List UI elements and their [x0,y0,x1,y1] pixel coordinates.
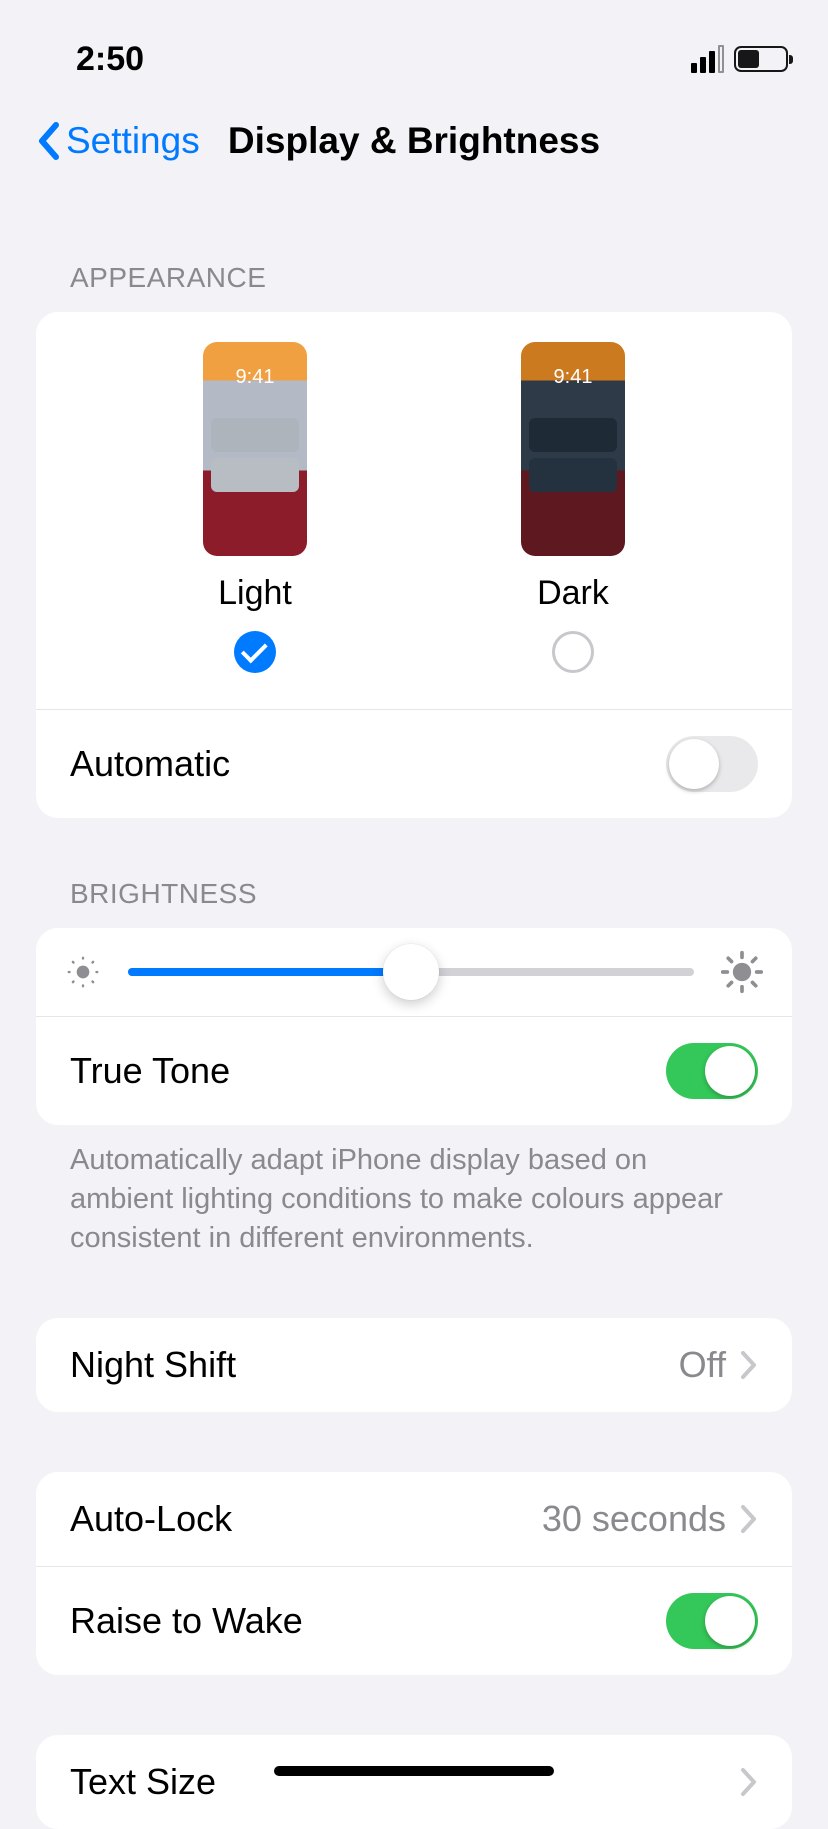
chevron-right-icon [740,1767,758,1797]
true-tone-row: True Tone [36,1017,792,1125]
brightness-slider[interactable] [128,968,694,976]
back-label: Settings [66,120,200,162]
light-label: Light [218,574,292,613]
auto-lock-row[interactable]: Auto-Lock 30 seconds [36,1472,792,1566]
light-preview: 9:41 [203,342,307,556]
raise-to-wake-label: Raise to Wake [70,1600,303,1642]
appearance-header: APPEARANCE [0,182,828,312]
night-shift-card: Night Shift Off [36,1318,792,1412]
light-radio[interactable] [234,631,276,673]
true-tone-toggle[interactable] [666,1043,758,1099]
chevron-left-icon [36,121,62,161]
auto-lock-label: Auto-Lock [70,1498,232,1540]
raise-to-wake-toggle[interactable] [666,1593,758,1649]
brightness-card: True Tone [36,928,792,1125]
chevron-right-icon [740,1350,758,1380]
status-indicators [691,45,788,73]
auto-lock-value: 30 seconds [542,1498,758,1540]
dark-preview: 9:41 [521,342,625,556]
home-indicator[interactable] [274,1766,554,1776]
brightness-slider-row [36,928,792,1017]
text-size-label: Text Size [70,1761,216,1803]
true-tone-footer: Automatically adapt iPhone display based… [0,1125,828,1258]
night-shift-label: Night Shift [70,1344,236,1386]
preview-time: 9:41 [203,366,307,389]
raise-to-wake-row: Raise to Wake [36,1566,792,1675]
brightness-header: BRIGHTNESS [0,818,828,928]
preview-time: 9:41 [521,366,625,389]
appearance-option-light[interactable]: 9:41 Light [203,342,307,673]
chevron-right-icon [740,1504,758,1534]
dark-label: Dark [537,574,609,613]
text-size-chevron [740,1767,758,1797]
night-shift-row[interactable]: Night Shift Off [36,1318,792,1412]
page-title: Display & Brightness [228,120,600,162]
true-tone-label: True Tone [70,1050,230,1092]
brightness-slider-thumb[interactable] [383,944,439,1000]
appearance-card: 9:41 Light 9:41 Dark Automatic [36,312,792,818]
status-time: 2:50 [76,40,144,79]
automatic-toggle[interactable] [666,736,758,792]
sun-max-icon [720,950,764,994]
text-size-row[interactable]: Text Size [36,1735,792,1829]
appearance-option-dark[interactable]: 9:41 Dark [521,342,625,673]
night-shift-value: Off [679,1344,758,1386]
sun-min-icon [64,953,102,991]
dark-radio[interactable] [552,631,594,673]
status-bar: 2:50 [0,0,828,90]
back-button[interactable]: Settings [36,120,200,162]
lock-card: Auto-Lock 30 seconds Raise to Wake [36,1472,792,1675]
battery-icon [734,46,788,72]
appearance-options: 9:41 Light 9:41 Dark [36,312,792,710]
text-size-card: Text Size [36,1735,792,1829]
automatic-row: Automatic [36,710,792,818]
automatic-label: Automatic [70,743,230,785]
cellular-signal-icon [691,45,724,73]
nav-bar: Settings Display & Brightness [0,90,828,182]
